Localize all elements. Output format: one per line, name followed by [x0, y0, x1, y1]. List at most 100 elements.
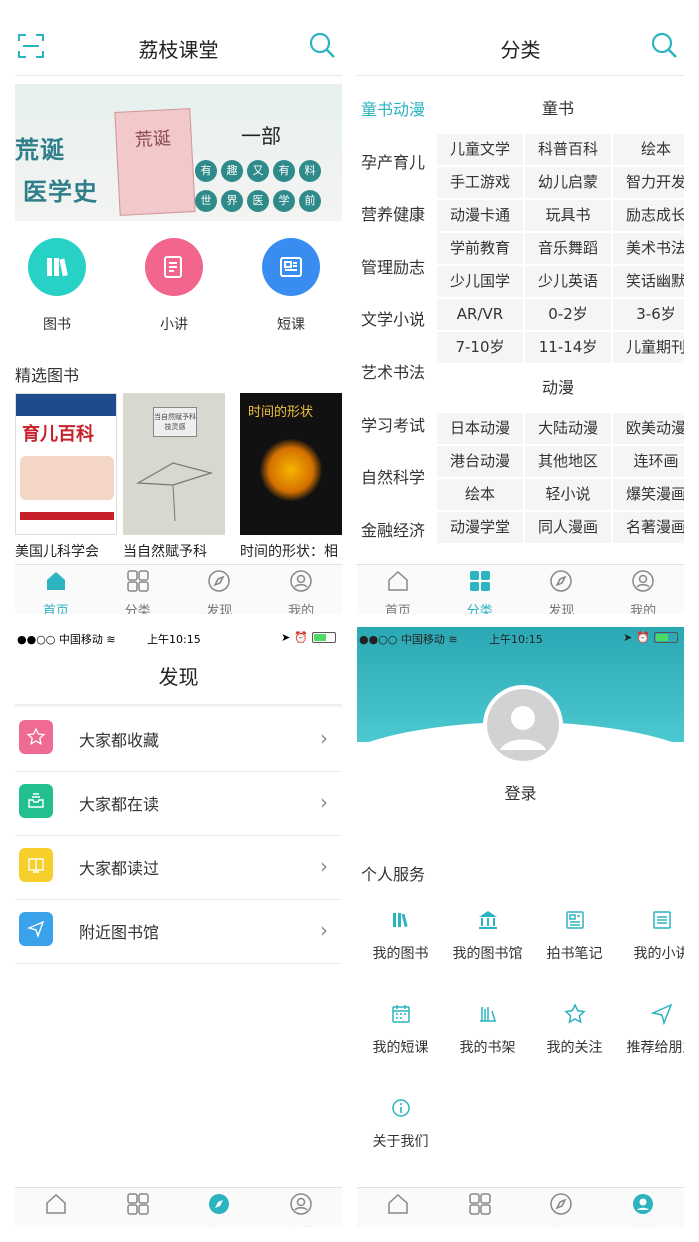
subcategory-item[interactable]: 智力开发 — [613, 167, 684, 198]
subcategory-item[interactable]: 少儿英语 — [525, 266, 611, 297]
subcategory-item[interactable]: 动漫学堂 — [437, 512, 523, 543]
subcategory-item[interactable]: 大陆动漫 — [525, 413, 611, 444]
category-item[interactable]: 学习考试 — [357, 400, 437, 453]
tab-home[interactable]: 首页 — [15, 1188, 97, 1227]
category-item[interactable]: 自然科学 — [357, 452, 437, 505]
subcategory-item[interactable]: AR/VR — [437, 299, 523, 330]
list-item[interactable]: 大家都在读 › — [15, 772, 342, 836]
subcategory-item[interactable]: 港台动漫 — [437, 446, 523, 477]
tab-category[interactable]: 分类 — [97, 565, 179, 614]
subcategory-item[interactable]: 11-14岁 — [525, 332, 611, 363]
tab-discover[interactable]: 发现 — [521, 565, 603, 614]
avatar-placeholder-icon — [487, 689, 559, 761]
banner-dots: 有 趣 又 有 料 的 世 界 医 学 前 — [195, 160, 325, 212]
tab-category[interactable]: 分类 — [439, 1188, 521, 1227]
service-item[interactable]: 关于我们 — [357, 1097, 444, 1151]
subcategory-item[interactable]: 儿童文学 — [437, 134, 523, 165]
quick-courses[interactable]: 短课 — [251, 238, 331, 334]
service-item[interactable]: 我的图书 — [357, 909, 444, 963]
subcategory-item[interactable]: 科普百科 — [525, 134, 611, 165]
subcategory-item[interactable]: 美术书法 — [613, 233, 684, 264]
subcategory-item[interactable]: 手工游戏 — [437, 167, 523, 198]
service-item[interactable]: 拍书笔记 — [531, 909, 618, 963]
battery-icon — [312, 632, 336, 643]
subcategory-item[interactable]: 日本动漫 — [437, 413, 523, 444]
book-title: 时间的形状：相 — [240, 544, 338, 560]
service-item[interactable]: 我的书架 — [444, 1003, 531, 1057]
subcategory-item[interactable]: 学前教育 — [437, 233, 523, 264]
tab-profile[interactable]: 我的 — [260, 1188, 342, 1227]
tab-category[interactable]: 分类 — [439, 565, 521, 614]
book-card[interactable]: 时间的形状 时间的形状：相 — [240, 393, 342, 561]
list-item[interactable]: 大家都收藏 › — [15, 708, 342, 772]
service-item[interactable]: 我的小讲 — [618, 909, 684, 963]
service-item[interactable]: 我的短课 — [357, 1003, 444, 1057]
carrier-text: ●●○○ 中国移动 ≋ — [359, 633, 458, 646]
subcategory-grid: 日本动漫 大陆动漫 欧美动漫港台动漫 其他地区 连环画绘本 轻小说 爆笑漫画动漫学堂 同人漫画… — [437, 413, 684, 543]
quick-talks[interactable]: 小讲 — [134, 238, 214, 334]
tab-category[interactable]: 分类 — [97, 1188, 179, 1227]
list-item[interactable]: 附近图书馆 › — [15, 900, 342, 964]
tab-profile[interactable]: 我的 — [602, 565, 684, 614]
clock-text: 上午10:15 — [489, 633, 543, 646]
category-item[interactable]: 童书动漫 — [357, 84, 437, 137]
subcategory-item[interactable]: 其他地区 — [525, 446, 611, 477]
subcategory-item[interactable]: 励志成长 — [613, 200, 684, 231]
banner-book-cover: 荒诞 — [114, 108, 196, 216]
quick-books[interactable]: 图书 — [17, 238, 97, 334]
service-item[interactable]: 推荐给朋友 — [618, 1003, 684, 1057]
tab-discover[interactable]: 发现 — [521, 1188, 603, 1227]
service-item[interactable]: 我的图书馆 — [444, 909, 531, 963]
banner-dot: 趣 — [221, 160, 243, 182]
subcategory-item[interactable]: 7-10岁 — [437, 332, 523, 363]
subcategory-item[interactable]: 3-6岁 — [613, 299, 684, 330]
subcategory-item[interactable]: 笑话幽默 — [613, 266, 684, 297]
category-item[interactable]: 金融经济 — [357, 505, 437, 558]
tab-discover[interactable]: 发现 — [179, 1188, 261, 1227]
book-card[interactable]: 当自然赋予科技灵感 当自然赋予科 — [123, 393, 225, 561]
search-icon[interactable] — [650, 31, 678, 59]
subcategory-item[interactable]: 欧美动漫 — [613, 413, 684, 444]
subcategory-item[interactable]: 0-2岁 — [525, 299, 611, 330]
category-item[interactable]: 孕产育儿 — [357, 137, 437, 190]
book-card[interactable]: 育儿百科 美国儿科学会 — [15, 393, 117, 561]
subcategory-item[interactable]: 绘本 — [613, 134, 684, 165]
subcategory-item[interactable]: 儿童期刊 — [613, 332, 684, 363]
compass-icon — [209, 1194, 230, 1214]
star-icon — [19, 720, 53, 754]
subcategory-item[interactable]: 连环画 — [613, 446, 684, 477]
promo-banner[interactable]: 荒诞 医学史 荒诞 一部 有 趣 又 有 料 的 世 界 医 学 前 — [15, 84, 342, 221]
tab-profile[interactable]: 我的 — [260, 565, 342, 614]
subcategory-item[interactable]: 爆笑漫画 — [613, 479, 684, 510]
service-label: 我的小讲 — [633, 946, 685, 962]
subcategory-item[interactable]: 轻小说 — [525, 479, 611, 510]
alarm-icon: ⏰ — [294, 631, 308, 644]
home-icon — [46, 572, 65, 590]
subcategory-item[interactable]: 同人漫画 — [525, 512, 611, 543]
tab-discover[interactable]: 发现 — [179, 565, 261, 614]
subcategory-item[interactable]: 幼儿启蒙 — [525, 167, 611, 198]
tab-home[interactable]: 首页 — [357, 565, 439, 614]
search-icon[interactable] — [308, 31, 336, 59]
list-item[interactable]: 大家都读过 › — [15, 836, 342, 900]
subcategory-item[interactable]: 名著漫画 — [613, 512, 684, 543]
tab-profile[interactable]: 我的 — [602, 1188, 684, 1227]
subcategory-item[interactable]: 玩具书 — [525, 200, 611, 231]
tab-home[interactable]: 首页 — [15, 565, 97, 614]
login-button[interactable]: 登录 — [357, 780, 684, 804]
category-item[interactable]: 营养健康 — [357, 189, 437, 242]
subcategory-item[interactable]: 少儿国学 — [437, 266, 523, 297]
category-item[interactable]: 管理励志 — [357, 242, 437, 295]
subcategory-item[interactable]: 绘本 — [437, 479, 523, 510]
subcategory-item[interactable]: 动漫卡通 — [437, 200, 523, 231]
tab-label: 首页 — [384, 604, 411, 614]
subcategory-item[interactable]: 音乐舞蹈 — [525, 233, 611, 264]
info-icon — [391, 1099, 410, 1117]
service-item[interactable]: 我的关注 — [531, 1003, 618, 1057]
avatar[interactable] — [483, 685, 563, 765]
open-book-icon — [19, 848, 53, 882]
category-item[interactable]: 艺术书法 — [357, 347, 437, 400]
user-icon — [632, 570, 654, 592]
tab-home[interactable]: 首页 — [357, 1188, 439, 1227]
category-item[interactable]: 文学小说 — [357, 294, 437, 347]
